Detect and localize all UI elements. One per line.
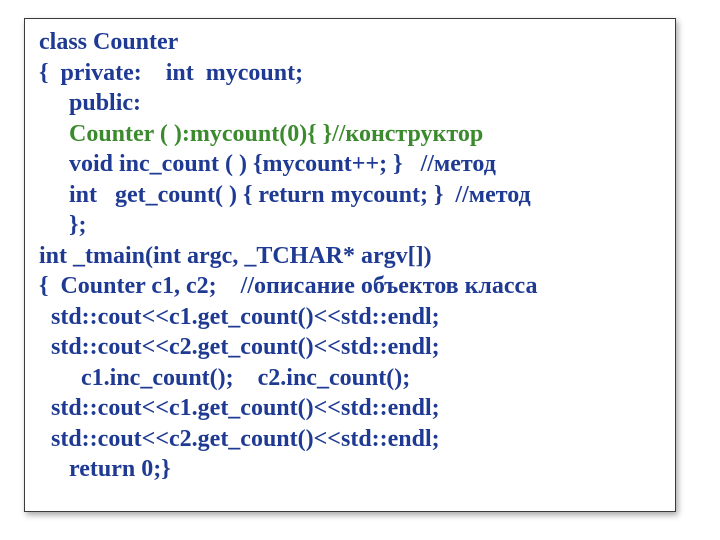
code-line-3: public: [39,90,141,116]
code-line-4-indent [39,121,69,147]
code-line-9: { Counter c1, c2; //описание объектов кл… [39,273,538,299]
code-line-12: c1.inc_count(); c2.inc_count(); [39,365,410,391]
code-line-10: std::cout<<c1.get_count()<<std::endl; [39,304,440,330]
slide: class Counter { private: int mycount; pu… [0,0,720,540]
code-line-11: std::cout<<c2.get_count()<<std::endl; [39,334,440,360]
code-line-2: { private: int mycount; [39,60,303,86]
code-line-15: return 0;} [39,456,171,482]
code-box: class Counter { private: int mycount; pu… [24,18,676,512]
code-line-14: std::cout<<c2.get_count()<<std::endl; [39,426,440,452]
code-line-6: int get_count( ) { return mycount; } //м… [39,182,531,208]
code-line-7: }; [39,212,86,238]
code-line-13: std::cout<<c1.get_count()<<std::endl; [39,395,440,421]
code-line-8: int _tmain(int argc, _TCHAR* argv[]) [39,243,432,269]
code-line-1: class Counter [39,29,178,55]
code-line-4-constructor: Counter ( ):mycount(0){ }//конструктор [69,121,483,147]
code-line-5: void inc_count ( ) {mycount++; } //метод [39,151,496,177]
